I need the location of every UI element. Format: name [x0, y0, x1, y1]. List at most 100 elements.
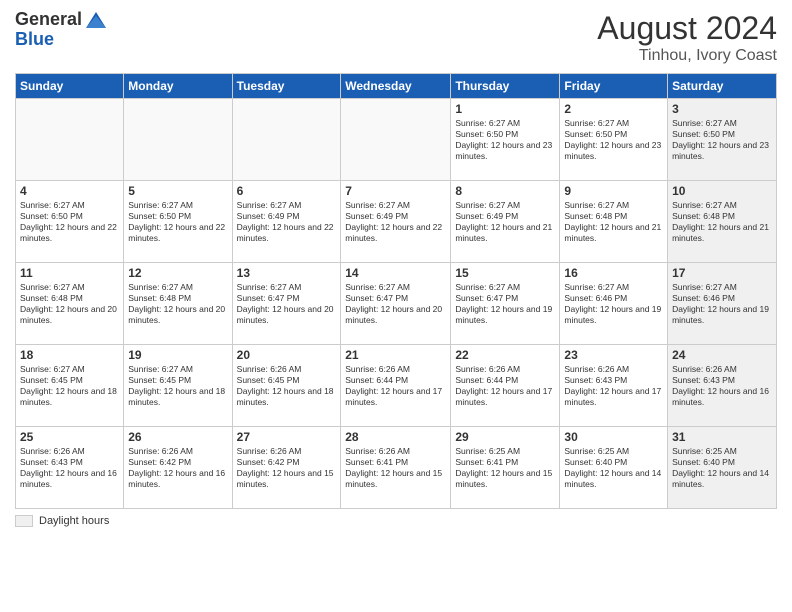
day-info: Sunrise: 6:27 AMSunset: 6:50 PMDaylight:… [672, 118, 772, 162]
col-saturday: Saturday [668, 74, 777, 99]
day-info: Sunrise: 6:27 AMSunset: 6:48 PMDaylight:… [20, 282, 119, 326]
page: General Blue August 2024 Tinhou, Ivory C… [0, 0, 792, 612]
calendar-day: 20Sunrise: 6:26 AMSunset: 6:45 PMDayligh… [232, 345, 341, 427]
logo-text: General Blue [15, 10, 110, 50]
day-number: 16 [564, 266, 663, 280]
calendar-day: 19 Sunrise: 6:27 AMSunset: 6:45 PMDayligh… [124, 345, 232, 427]
logo-blue: Blue [15, 29, 54, 49]
location: Tinhou, Ivory Coast [597, 47, 777, 65]
calendar-day: 29 Sunrise: 6:25 AMSunset: 6:41 PMDayligh… [451, 427, 560, 509]
day-number: 21 [345, 348, 446, 362]
col-thursday: Thursday [451, 74, 560, 99]
day-info: Sunrise: 6:26 AMSunset: 6:43 PMDaylight:… [564, 364, 663, 408]
day-number: 31 [672, 430, 772, 444]
day-number: 29 [455, 430, 555, 444]
calendar-week-2: 11 Sunrise: 6:27 AMSunset: 6:48 PMDayligh… [16, 263, 777, 345]
day-info: Sunrise: 6:27 AMSunset: 6:50 PMDaylight:… [20, 200, 119, 244]
calendar-day: 21 Sunrise: 6:26 AMSunset: 6:44 PMDayligh… [341, 345, 451, 427]
day-number: 23 [564, 348, 663, 362]
day-number: 3 [672, 102, 772, 116]
calendar-day: 7 Sunrise: 6:27 AMSunset: 6:49 PMDaylight… [341, 181, 451, 263]
day-info: Sunrise: 6:26 AMSunset: 6:44 PMDaylight:… [455, 364, 555, 408]
calendar-day: 24 Sunrise: 6:26 AMSunset: 6:43 PMDayligh… [668, 345, 777, 427]
day-info: Sunrise: 6:27 AMSunset: 6:49 PMDaylight:… [345, 200, 446, 244]
logo-general: General [15, 10, 82, 30]
calendar-day: 13Sunrise: 6:27 AMSunset: 6:47 PMDayligh… [232, 263, 341, 345]
calendar-day: 1 Sunrise: 6:27 AMSunset: 6:50 PMDaylight… [451, 99, 560, 181]
day-number: 2 [564, 102, 663, 116]
day-number: 20 [237, 348, 337, 362]
day-number: 19 [128, 348, 227, 362]
day-number: 10 [672, 184, 772, 198]
calendar-week-0: 1 Sunrise: 6:27 AMSunset: 6:50 PMDaylight… [16, 99, 777, 181]
legend-label: Daylight hours [39, 515, 109, 527]
day-number: 9 [564, 184, 663, 198]
day-info: Sunrise: 6:26 AMSunset: 6:41 PMDaylight:… [345, 446, 446, 490]
calendar-day: 22 Sunrise: 6:26 AMSunset: 6:44 PMDayligh… [451, 345, 560, 427]
day-number: 28 [345, 430, 446, 444]
day-number: 12 [128, 266, 227, 280]
logo-icon [84, 10, 108, 30]
day-info: Sunrise: 6:27 AMSunset: 6:50 PMDaylight:… [455, 118, 555, 162]
calendar-body: 1 Sunrise: 6:27 AMSunset: 6:50 PMDaylight… [16, 99, 777, 509]
calendar-day: 8Sunrise: 6:27 AMSunset: 6:49 PMDaylight… [451, 181, 560, 263]
day-number: 14 [345, 266, 446, 280]
day-number: 1 [455, 102, 555, 116]
day-info: Sunrise: 6:27 AMSunset: 6:49 PMDaylight:… [237, 200, 337, 244]
day-info: Sunrise: 6:27 AMSunset: 6:48 PMDaylight:… [672, 200, 772, 244]
day-number: 5 [128, 184, 227, 198]
calendar-day: 23 Sunrise: 6:26 AMSunset: 6:43 PMDayligh… [560, 345, 668, 427]
legend: Daylight hours [15, 515, 777, 527]
calendar-day: 14Sunrise: 6:27 AMSunset: 6:47 PMDayligh… [341, 263, 451, 345]
calendar-day: 17 Sunrise: 6:27 AMSunset: 6:46 PMDayligh… [668, 263, 777, 345]
day-info: Sunrise: 6:25 AMSunset: 6:40 PMDaylight:… [672, 446, 772, 490]
day-number: 17 [672, 266, 772, 280]
day-number: 11 [20, 266, 119, 280]
col-monday: Monday [124, 74, 232, 99]
day-number: 4 [20, 184, 119, 198]
day-info: Sunrise: 6:27 AMSunset: 6:45 PMDaylight:… [128, 364, 227, 408]
calendar-day: 4 Sunrise: 6:27 AMSunset: 6:50 PMDaylight… [16, 181, 124, 263]
day-info: Sunrise: 6:27 AMSunset: 6:50 PMDaylight:… [564, 118, 663, 162]
day-info: Sunrise: 6:27 AMSunset: 6:48 PMDaylight:… [564, 200, 663, 244]
day-info: Sunrise: 6:27 AMSunset: 6:50 PMDaylight:… [128, 200, 227, 244]
calendar-day: 26Sunrise: 6:26 AMSunset: 6:42 PMDayligh… [124, 427, 232, 509]
day-info: Sunrise: 6:25 AMSunset: 6:41 PMDaylight:… [455, 446, 555, 490]
day-number: 6 [237, 184, 337, 198]
day-info: Sunrise: 6:27 AMSunset: 6:45 PMDaylight:… [20, 364, 119, 408]
day-number: 8 [455, 184, 555, 198]
calendar-day: 18 Sunrise: 6:27 AMSunset: 6:45 PMDayligh… [16, 345, 124, 427]
day-number: 7 [345, 184, 446, 198]
day-number: 22 [455, 348, 555, 362]
calendar-day: 27Sunrise: 6:26 AMSunset: 6:42 PMDayligh… [232, 427, 341, 509]
calendar-day: 25Sunrise: 6:26 AMSunset: 6:43 PMDayligh… [16, 427, 124, 509]
calendar-day: 10 Sunrise: 6:27 AMSunset: 6:48 PMDayligh… [668, 181, 777, 263]
day-info: Sunrise: 6:27 AMSunset: 6:46 PMDaylight:… [672, 282, 772, 326]
calendar-day: 28 Sunrise: 6:26 AMSunset: 6:41 PMDayligh… [341, 427, 451, 509]
legend-box [15, 515, 33, 527]
calendar-table: Sunday Monday Tuesday Wednesday Thursday… [15, 73, 777, 509]
calendar-header-row: Sunday Monday Tuesday Wednesday Thursday… [16, 74, 777, 99]
calendar-day [124, 99, 232, 181]
calendar-week-3: 18 Sunrise: 6:27 AMSunset: 6:45 PMDayligh… [16, 345, 777, 427]
col-sunday: Sunday [16, 74, 124, 99]
day-info: Sunrise: 6:27 AMSunset: 6:48 PMDaylight:… [128, 282, 227, 326]
day-info: Sunrise: 6:27 AMSunset: 6:47 PMDaylight:… [237, 282, 337, 326]
col-tuesday: Tuesday [232, 74, 341, 99]
calendar-day: 31 Sunrise: 6:25 AMSunset: 6:40 PMDayligh… [668, 427, 777, 509]
day-info: Sunrise: 6:27 AMSunset: 6:46 PMDaylight:… [564, 282, 663, 326]
day-number: 15 [455, 266, 555, 280]
day-info: Sunrise: 6:26 AMSunset: 6:44 PMDaylight:… [345, 364, 446, 408]
calendar-day: 2 Sunrise: 6:27 AMSunset: 6:50 PMDaylight… [560, 99, 668, 181]
calendar-day: 5 Sunrise: 6:27 AMSunset: 6:50 PMDaylight… [124, 181, 232, 263]
month-year: August 2024 [597, 10, 777, 47]
calendar-day: 12 Sunrise: 6:27 AMSunset: 6:48 PMDayligh… [124, 263, 232, 345]
col-wednesday: Wednesday [341, 74, 451, 99]
col-friday: Friday [560, 74, 668, 99]
calendar-week-1: 4 Sunrise: 6:27 AMSunset: 6:50 PMDaylight… [16, 181, 777, 263]
calendar-day: 30Sunrise: 6:25 AMSunset: 6:40 PMDayligh… [560, 427, 668, 509]
day-number: 26 [128, 430, 227, 444]
day-number: 18 [20, 348, 119, 362]
day-number: 24 [672, 348, 772, 362]
day-info: Sunrise: 6:26 AMSunset: 6:43 PMDaylight:… [672, 364, 772, 408]
